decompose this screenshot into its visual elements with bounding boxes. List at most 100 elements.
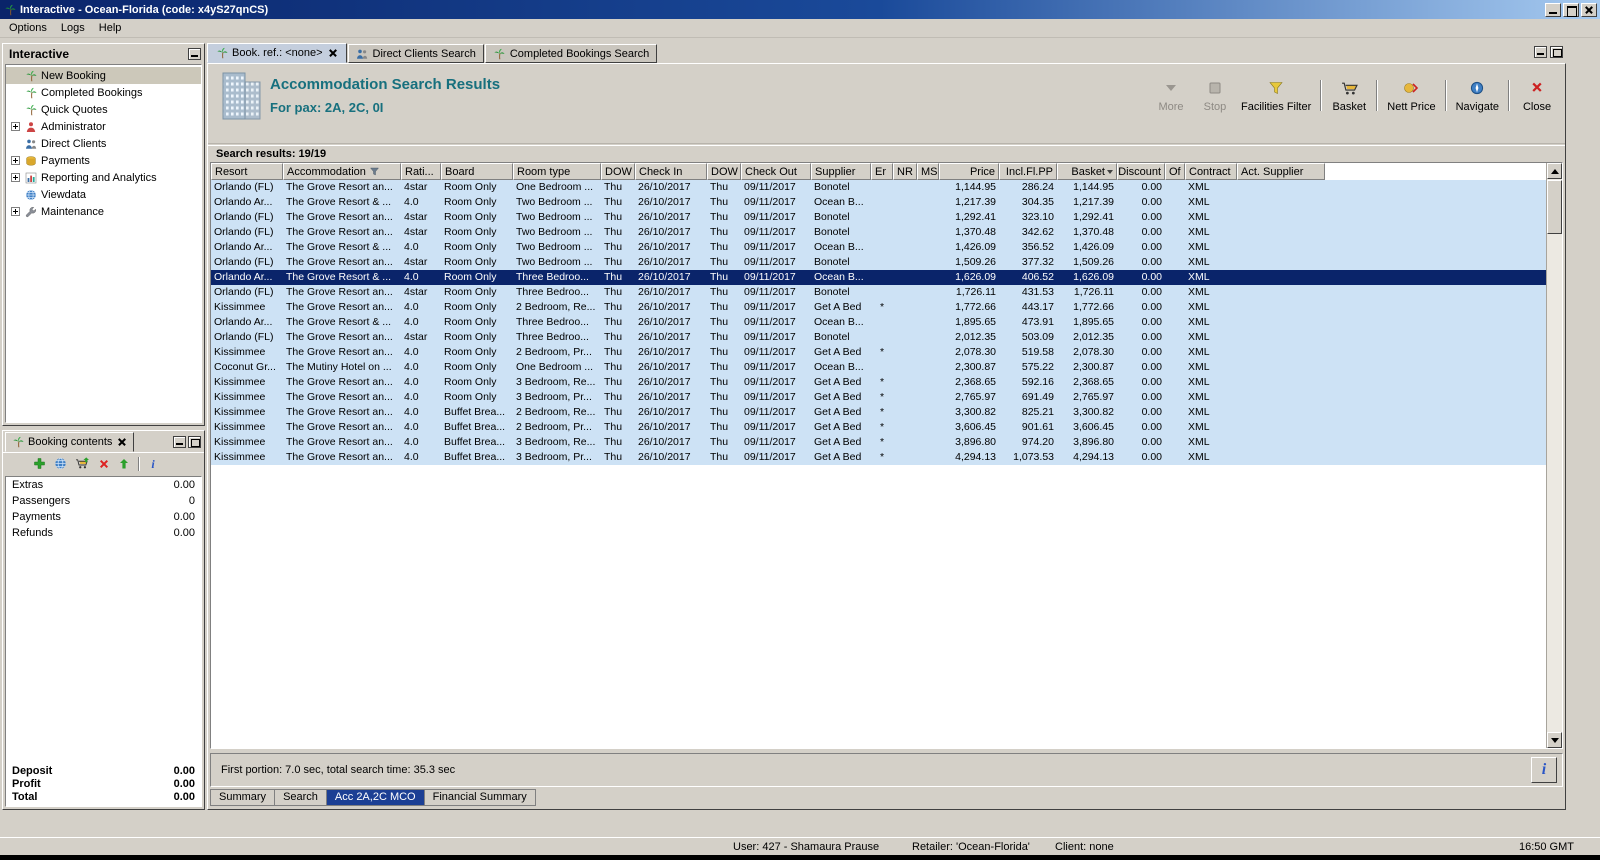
minimize-icon[interactable] — [1545, 2, 1561, 17]
scrollbar-thumb[interactable] — [1547, 180, 1562, 234]
column-header-price[interactable]: Price — [939, 163, 999, 180]
sidebar-item-quick-quotes[interactable]: Quick Quotes — [6, 101, 201, 118]
filter-small-icon — [368, 165, 381, 178]
column-header-of[interactable]: Of — [1165, 163, 1185, 180]
globe-icon[interactable] — [54, 457, 67, 470]
column-header-incl-fl-pp[interactable]: Incl.Fl.PP — [999, 163, 1057, 180]
table-row[interactable]: Kissimmee The Grove Resort an... 4.0 Room O… — [211, 390, 1562, 405]
sidebar-item-completed-bookings[interactable]: Completed Bookings — [6, 84, 201, 101]
toolbar-navigate-button[interactable]: Navigate — [1452, 78, 1503, 113]
menu-item-options[interactable]: Options — [2, 20, 54, 36]
basket-icon — [1331, 78, 1367, 98]
column-header-act-supplier[interactable]: Act. Supplier — [1237, 163, 1325, 180]
table-row[interactable]: Kissimmee The Grove Resort an... 4.0 Room O… — [211, 345, 1562, 360]
column-header-contract[interactable]: Contract — [1185, 163, 1237, 180]
close-icon[interactable] — [1581, 2, 1597, 17]
table-row[interactable]: Orlando (FL) The Grove Resort an... 4star R… — [211, 225, 1562, 240]
expand-toggle-icon[interactable] — [11, 156, 20, 165]
sidebar-item-new-booking[interactable]: New Booking — [6, 67, 201, 84]
column-header-check-in[interactable]: Check In — [635, 163, 707, 180]
sidebar-header: Interactive — [3, 44, 204, 63]
view-tab-summary[interactable]: Summary — [210, 789, 276, 806]
scroll-up-icon[interactable] — [1547, 163, 1562, 179]
table-cell: 26/10/2017 — [638, 316, 691, 328]
column-header-ms[interactable]: MS — [917, 163, 939, 180]
sidebar-item-viewdata[interactable]: Viewdata — [6, 186, 201, 203]
view-tab-acc-2a-2c-mco[interactable]: Acc 2A,2C MCO — [326, 789, 425, 806]
table-row[interactable]: Kissimmee The Grove Resort an... 4.0 Buffet… — [211, 420, 1562, 435]
view-tab-financial-summary[interactable]: Financial Summary — [424, 789, 536, 806]
status-time: 16:50 GMT — [1518, 841, 1574, 853]
tab-book-ref-none[interactable]: Book. ref.: <none> — [207, 43, 347, 63]
column-header-accommodation[interactable]: Accommodation — [283, 163, 401, 180]
column-header-resort[interactable]: Resort — [211, 163, 283, 180]
close-tab-icon[interactable] — [327, 47, 339, 59]
maximize-view-icon[interactable] — [1550, 46, 1563, 58]
column-header-er[interactable]: Er — [871, 163, 893, 180]
minimize-view-icon[interactable] — [1534, 46, 1547, 58]
column-header-nr[interactable]: NR — [893, 163, 917, 180]
table-row[interactable]: Kissimmee The Grove Resort an... 4.0 Buffet… — [211, 450, 1562, 465]
expand-toggle-icon[interactable] — [11, 207, 20, 216]
column-header-dow[interactable]: DOW — [601, 163, 635, 180]
scroll-down-icon[interactable] — [1547, 732, 1562, 748]
column-header-rati[interactable]: Rati... — [401, 163, 441, 180]
table-row[interactable]: Orlando Ar... The Grove Resort & ... 4.0 Ro… — [211, 270, 1562, 285]
column-header-dow[interactable]: DOW — [707, 163, 741, 180]
table-cell: XML — [1188, 226, 1210, 238]
column-header-basket[interactable]: Basket — [1057, 163, 1117, 180]
delete-icon[interactable] — [98, 458, 110, 470]
toolbar-nett-price-button[interactable]: Nett Price — [1383, 78, 1439, 113]
sidebar-item-payments[interactable]: Payments — [6, 152, 201, 169]
table-row[interactable]: Orlando (FL) The Grove Resort an... 4star R… — [211, 180, 1562, 195]
search-status-strip: First portion: 7.0 sec, total search tim… — [210, 753, 1563, 787]
sidebar-item-direct-clients[interactable]: Direct Clients — [6, 135, 201, 152]
table-row[interactable]: Orlando Ar... The Grove Resort & ... 4.0 Ro… — [211, 195, 1562, 210]
add-icon[interactable] — [33, 457, 46, 470]
table-row[interactable]: Kissimmee The Grove Resort an... 4.0 Buffet… — [211, 405, 1562, 420]
table-row[interactable]: Orlando (FL) The Grove Resort an... 4star R… — [211, 330, 1562, 345]
collapse-panel-icon[interactable] — [188, 47, 201, 60]
reporting-icon — [24, 171, 37, 184]
minimize-panel-icon[interactable] — [173, 436, 186, 448]
column-header-discount[interactable]: Discount — [1117, 163, 1165, 180]
column-header-room-type[interactable]: Room type — [513, 163, 601, 180]
close-tab-icon[interactable] — [116, 436, 128, 448]
table-row[interactable]: Orlando Ar... The Grove Resort & ... 4.0 Ro… — [211, 315, 1562, 330]
view-tab-search[interactable]: Search — [275, 789, 327, 806]
expand-toggle-icon[interactable] — [11, 122, 20, 131]
table-row[interactable]: Orlando (FL) The Grove Resort an... 4star R… — [211, 210, 1562, 225]
maximize-icon[interactable] — [1563, 2, 1579, 17]
info-icon[interactable]: i — [1531, 757, 1557, 783]
table-cell: Thu — [604, 331, 623, 343]
app-icon — [3, 3, 16, 16]
column-header-check-out[interactable]: Check Out — [741, 163, 811, 180]
status-client: Client: none — [1055, 841, 1114, 853]
table-row[interactable]: Orlando (FL) The Grove Resort an... 4star R… — [211, 255, 1562, 270]
info-icon[interactable]: i — [148, 457, 158, 470]
maximize-panel-icon[interactable] — [188, 436, 201, 448]
table-row[interactable]: Kissimmee The Grove Resort an... 4.0 Buffet… — [211, 435, 1562, 450]
sidebar-item-administrator[interactable]: Administrator — [6, 118, 201, 135]
export-icon[interactable] — [118, 458, 130, 470]
toolbar-close-button[interactable]: Close — [1515, 78, 1559, 113]
menu-item-logs[interactable]: Logs — [54, 20, 92, 36]
tab-completed-bookings-search[interactable]: Completed Bookings Search — [484, 44, 658, 63]
sidebar-item-maintenance[interactable]: Maintenance — [6, 203, 201, 220]
table-row[interactable]: Kissimmee The Grove Resort an... 4.0 Room O… — [211, 300, 1562, 315]
expand-toggle-icon[interactable] — [11, 173, 20, 182]
toolbar-basket-button[interactable]: Basket — [1327, 78, 1371, 113]
column-header-board[interactable]: Board — [441, 163, 513, 180]
table-row[interactable]: Orlando Ar... The Grove Resort & ... 4.0 Ro… — [211, 240, 1562, 255]
table-row[interactable]: Coconut Gr... The Mutiny Hotel on ... 4.0 R… — [211, 360, 1562, 375]
toolbar-facilities-filter-button[interactable]: Facilities Filter — [1237, 78, 1315, 113]
basket-add-icon[interactable] — [75, 457, 90, 470]
sidebar-item-reporting-and-analytics[interactable]: Reporting and Analytics — [6, 169, 201, 186]
table-row[interactable]: Orlando (FL) The Grove Resort an... 4star R… — [211, 285, 1562, 300]
tab-direct-clients-search[interactable]: Direct Clients Search — [347, 44, 484, 63]
column-header-supplier[interactable]: Supplier — [811, 163, 871, 180]
menu-item-help[interactable]: Help — [92, 20, 129, 36]
table-row[interactable]: Kissimmee The Grove Resort an... 4.0 Room O… — [211, 375, 1562, 390]
vertical-scrollbar[interactable] — [1546, 163, 1562, 748]
booking-contents-tab[interactable]: Booking contents — [5, 432, 135, 452]
